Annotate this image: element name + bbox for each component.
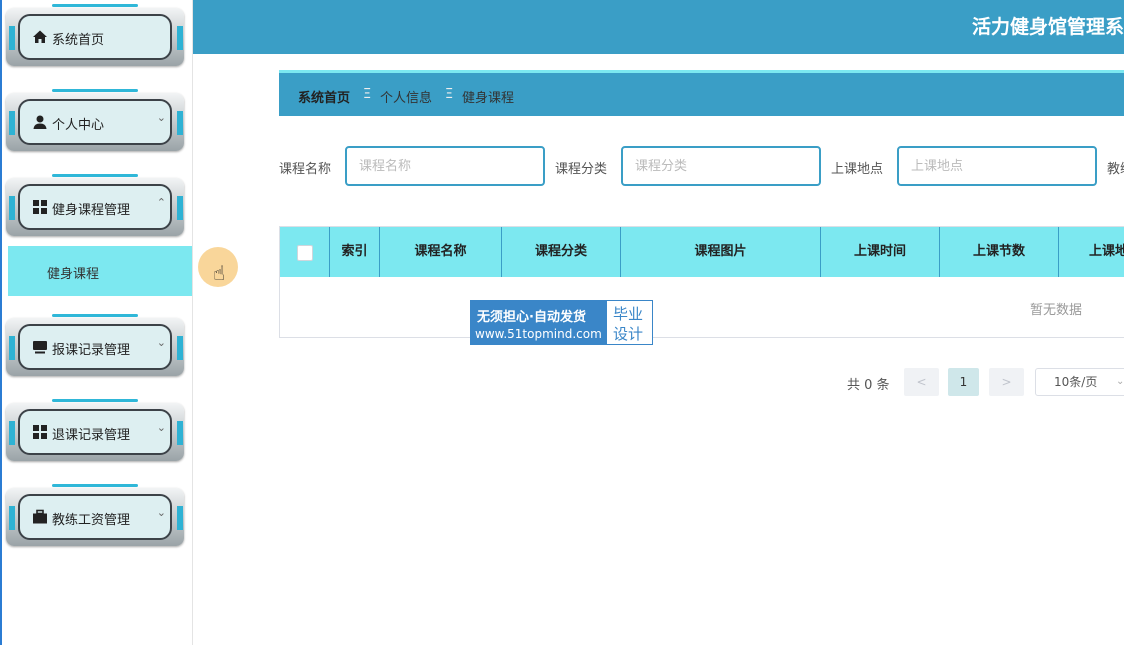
menu-accent-line xyxy=(52,314,138,317)
menu-wing-right xyxy=(177,111,183,135)
sidebar-subitem-fitness-course[interactable]: 健身课程 xyxy=(8,246,192,296)
menu-accent-line xyxy=(52,4,138,7)
breadcrumb: 系统首页 Ξ 个人信息 Ξ 健身课程 xyxy=(279,70,1124,116)
select-all-cell xyxy=(280,227,330,277)
sidebar-item-enrollment-records[interactable]: 报课记录管理 ⌄ xyxy=(6,310,186,380)
table-header: 索引 课程名称 课程分类 课程图片 上课时间 上课节数 上课地点 xyxy=(280,227,1124,277)
menu-accent-line xyxy=(52,399,138,402)
chevron-down-icon: ⌄ xyxy=(1116,376,1124,387)
menu-wing-left xyxy=(9,421,15,445)
sidebar-item-label: 教练工资管理 xyxy=(52,513,131,528)
select-all-checkbox[interactable] xyxy=(297,245,313,261)
watermark-tag: 毕业 xyxy=(613,305,644,323)
empty-state-text: 暂无数据 xyxy=(1030,303,1083,318)
watermark-slogan: 无须担心·自动发货 xyxy=(477,310,586,325)
menu-accent-line xyxy=(52,484,138,487)
location-label: 上课地点 xyxy=(831,162,884,177)
watermark-banner: 无须担心·自动发货 www.51topmind.com xyxy=(471,301,607,344)
menu-wing-left xyxy=(9,336,15,360)
menu-wing-right xyxy=(177,196,183,220)
user-icon xyxy=(33,115,47,129)
chevron-down-icon: ⌄ xyxy=(156,506,166,519)
sidebar-item-label: 报课记录管理 xyxy=(52,343,131,358)
breadcrumb-separator: Ξ xyxy=(363,87,372,102)
sidebar-subitem-label: 健身课程 xyxy=(47,267,100,282)
sidebar-edge xyxy=(0,0,2,645)
pagination-total: 共 0 条 xyxy=(847,378,890,393)
grid-icon xyxy=(33,425,47,439)
menu-wing-left xyxy=(9,111,15,135)
page-size-value: 10条/页 xyxy=(1054,375,1098,389)
chevron-down-icon: ⌄ xyxy=(156,421,166,434)
pagination-next-button[interactable]: > xyxy=(989,368,1024,396)
menu-wing-right xyxy=(177,421,183,445)
course-category-label: 课程分类 xyxy=(555,162,608,177)
watermark-badge: 无须担心·自动发货 www.51topmind.com 毕业 设计 xyxy=(470,300,653,345)
hand-pointer-icon: ☝ xyxy=(213,261,226,285)
breadcrumb-current: 健身课程 xyxy=(462,91,515,106)
menu-accent-line xyxy=(52,89,138,92)
monitor-icon xyxy=(33,341,47,354)
grid-icon xyxy=(33,200,47,214)
sidebar-item-home[interactable]: 系统首页 xyxy=(6,0,186,70)
chevron-up-icon: ⌃ xyxy=(156,196,166,209)
menu-wing-left xyxy=(9,196,15,220)
menu-wing-right xyxy=(177,26,183,50)
menu-wing-right xyxy=(177,336,183,360)
breadcrumb-separator: Ξ xyxy=(445,87,454,102)
course-name-input[interactable] xyxy=(345,146,545,186)
watermark-tag: 设计 xyxy=(613,325,644,343)
column-header-course-name[interactable]: 课程名称 xyxy=(380,227,502,277)
app-title: 活力健身馆管理系 xyxy=(971,16,1124,38)
coach-label: 教练 xyxy=(1107,162,1124,177)
chevron-down-icon: ⌄ xyxy=(156,111,166,124)
location-input[interactable] xyxy=(897,146,1097,186)
column-header-location[interactable]: 上课地点 xyxy=(1059,227,1124,277)
column-header-category[interactable]: 课程分类 xyxy=(502,227,621,277)
sidebar-item-label: 个人中心 xyxy=(52,118,105,133)
breadcrumb-home[interactable]: 系统首页 xyxy=(298,87,350,106)
course-name-label: 课程名称 xyxy=(279,162,332,177)
sidebar-item-label: 健身课程管理 xyxy=(52,203,131,218)
breadcrumb-personal-info[interactable]: 个人信息 xyxy=(380,87,432,106)
pagination-page-1[interactable]: 1 xyxy=(948,368,979,396)
column-header-index[interactable]: 索引 xyxy=(330,227,380,277)
sidebar-item-course-management[interactable]: 健身课程管理 ⌃ xyxy=(6,170,186,240)
home-icon xyxy=(33,30,47,43)
menu-wing-left xyxy=(9,506,15,530)
sidebar-item-label: 系统首页 xyxy=(52,33,105,48)
menu-wing-left xyxy=(9,26,15,50)
course-table: 索引 课程名称 课程分类 课程图片 上课时间 上课节数 上课地点 暂无数据 xyxy=(279,226,1124,338)
watermark-url: www.51topmind.com xyxy=(475,327,602,341)
chevron-down-icon: ⌄ xyxy=(156,336,166,349)
page-size-select[interactable]: 10条/页 ⌄ xyxy=(1035,368,1124,396)
menu-accent-line xyxy=(52,174,138,177)
pagination-prev-button[interactable]: < xyxy=(904,368,939,396)
column-header-image[interactable]: 课程图片 xyxy=(621,227,821,277)
course-category-input[interactable] xyxy=(621,146,821,186)
column-header-sessions[interactable]: 上课节数 xyxy=(940,227,1059,277)
column-header-time[interactable]: 上课时间 xyxy=(821,227,940,277)
menu-wing-right xyxy=(177,506,183,530)
briefcase-icon xyxy=(33,509,47,524)
sidebar-item-coach-salary[interactable]: 教练工资管理 ⌄ xyxy=(6,480,186,550)
sidebar-item-personal-center[interactable]: 个人中心 ⌄ xyxy=(6,85,186,155)
sidebar-item-label: 退课记录管理 xyxy=(52,428,131,443)
sidebar-item-withdrawal-records[interactable]: 退课记录管理 ⌄ xyxy=(6,395,186,465)
